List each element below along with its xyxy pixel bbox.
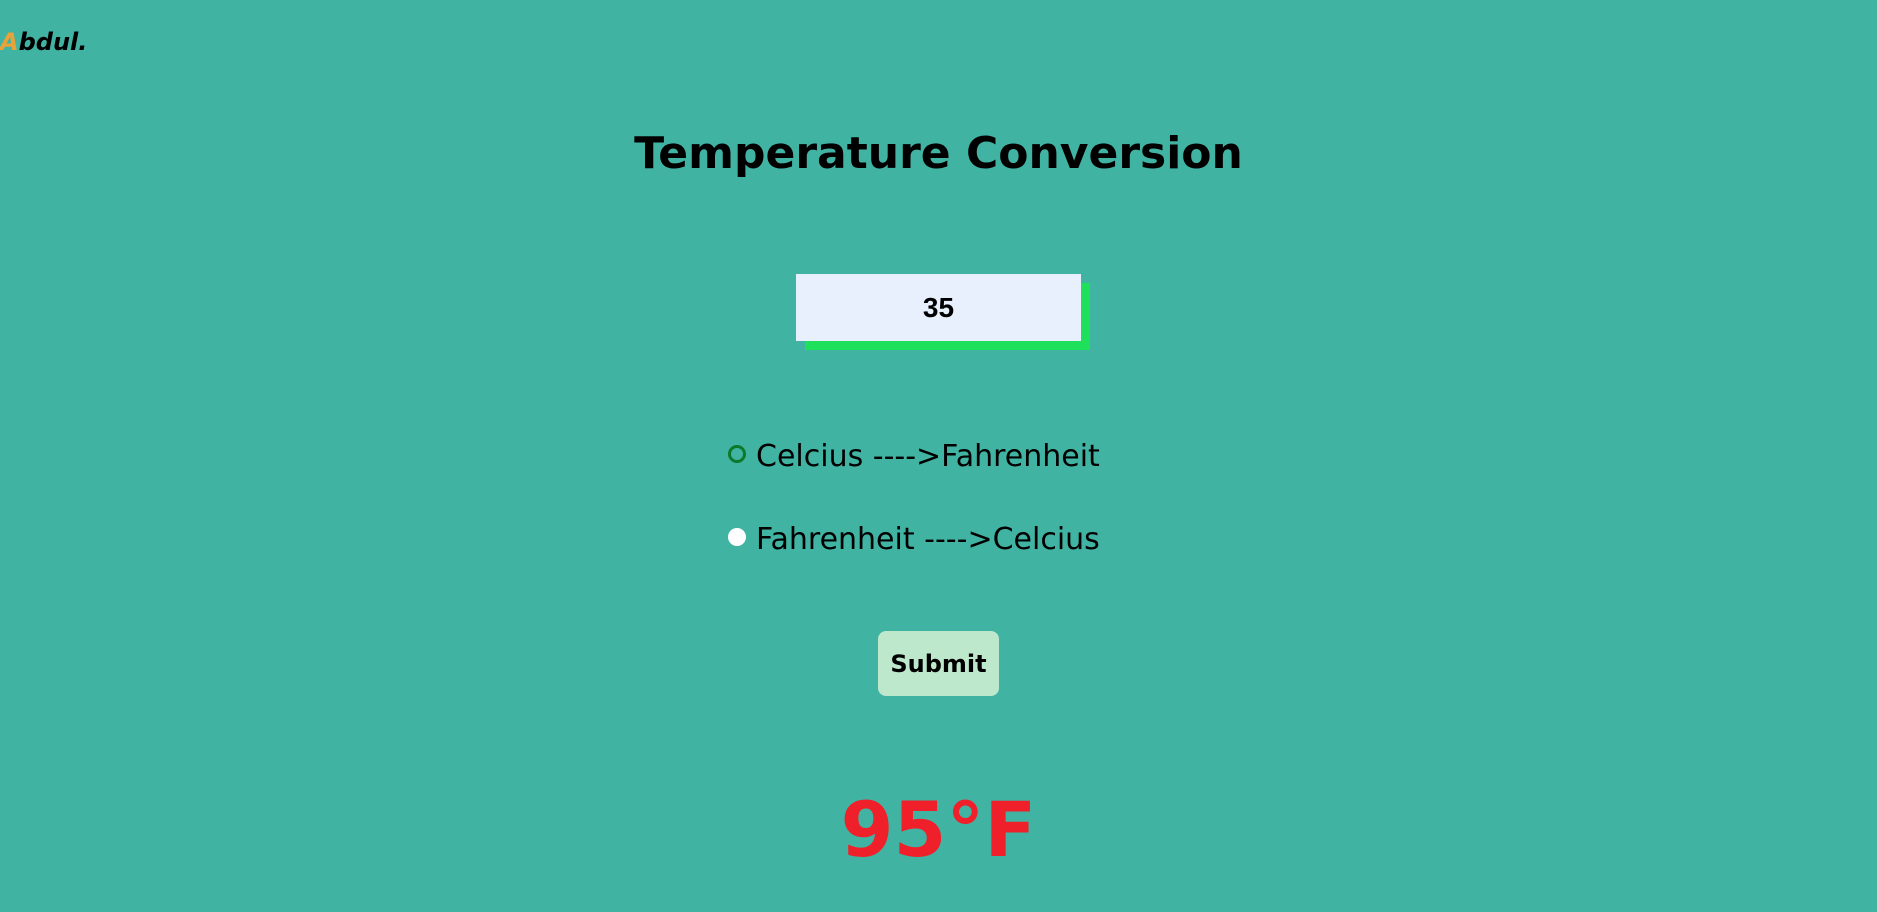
page-title: Temperature Conversion — [634, 128, 1243, 179]
logo: Abdul. — [0, 26, 87, 58]
option-celsius-to-fahrenheit[interactable]: Celcius ---->Fahrenheit — [728, 437, 1100, 477]
logo-rest: bdul. — [18, 28, 88, 56]
logo-first-letter: A — [0, 28, 19, 56]
temperature-input-container — [796, 274, 1090, 350]
option-label-fahrenheit-to-celsius: Fahrenheit ---->Celcius — [756, 522, 1100, 557]
option-fahrenheit-to-celsius[interactable]: Fahrenheit ---->Celcius — [728, 520, 1100, 560]
radio-fahrenheit-to-celsius[interactable] — [728, 528, 746, 546]
temperature-input[interactable] — [796, 274, 1081, 341]
radio-celsius-to-fahrenheit[interactable] — [728, 445, 746, 463]
submit-button[interactable]: Submit — [878, 631, 999, 696]
option-label-celsius-to-fahrenheit: Celcius ---->Fahrenheit — [756, 439, 1100, 474]
result-value: 95°F — [840, 785, 1037, 874]
